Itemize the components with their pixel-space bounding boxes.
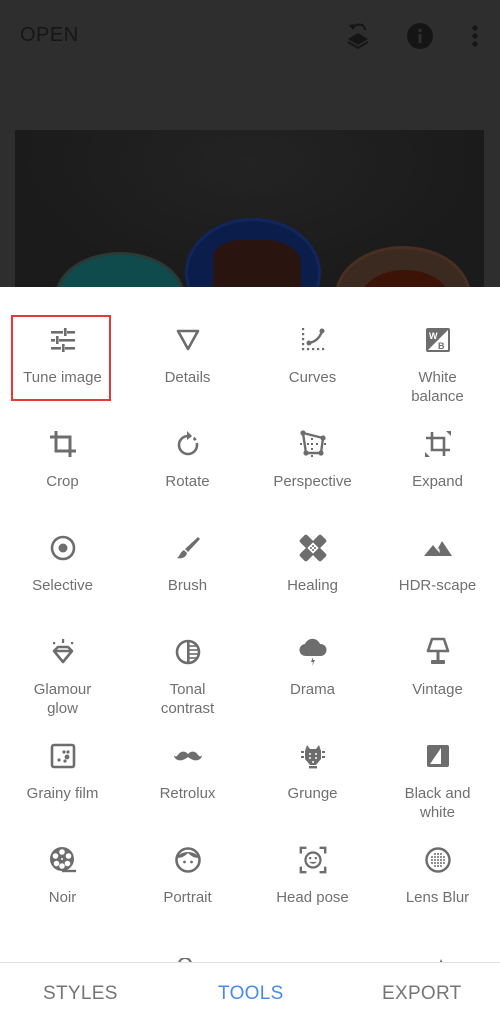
tool-label: Brush xyxy=(167,577,208,594)
tool-label: Details xyxy=(164,369,211,386)
lens-blur-icon xyxy=(423,845,453,875)
white-balance-icon: WB xyxy=(423,325,453,355)
tune-sliders-icon xyxy=(48,325,78,355)
tool-expand[interactable]: Expand xyxy=(375,421,500,525)
tool-tune-image[interactable]: Tune image xyxy=(0,315,125,421)
perspective-icon xyxy=(298,429,328,459)
tools-grid: Tune image Details Curves W B White balance… xyxy=(0,315,500,941)
tool-label: Expand xyxy=(412,473,463,490)
tool-crop[interactable]: Crop xyxy=(0,421,125,525)
tool-head-pose[interactable]: Head pose xyxy=(250,837,375,941)
tab-tools[interactable]: TOOLS xyxy=(218,983,284,1005)
tool-label: Head pose xyxy=(276,889,349,906)
tool-selective[interactable]: Selective xyxy=(0,525,125,629)
selective-icon xyxy=(48,533,78,563)
tool-noir[interactable]: Noir xyxy=(0,837,125,941)
tool-label: Grainy film xyxy=(26,785,99,802)
tool-label: Noir xyxy=(48,889,77,906)
tool-grainy-film[interactable]: Grainy film xyxy=(0,733,125,837)
top-app-bar: OPEN xyxy=(0,0,500,72)
face-frame-icon xyxy=(298,845,328,875)
open-button[interactable]: OPEN xyxy=(20,24,79,47)
tool-label: Drama xyxy=(289,681,335,698)
tool-brush[interactable]: Brush xyxy=(125,525,250,629)
tool-label: Glamour glow xyxy=(33,681,92,717)
tool-retrolux[interactable]: Retrolux xyxy=(125,733,250,837)
tool-label: Black and white xyxy=(404,785,471,821)
tool-label: Selective xyxy=(32,577,93,594)
tool-label: Lens Blur xyxy=(405,889,470,906)
expand-icon xyxy=(423,429,453,459)
svg-text:B: B xyxy=(438,341,445,351)
face-icon xyxy=(173,845,203,875)
tab-export[interactable]: EXPORT xyxy=(382,983,462,1005)
tool-curves[interactable]: Curves xyxy=(250,317,375,421)
tool-label: Rotate xyxy=(165,473,210,490)
tool-perspective[interactable]: Perspective xyxy=(250,421,375,525)
svg-text:W: W xyxy=(429,331,438,341)
tool-white-balance[interactable]: W B White balance xyxy=(375,317,500,421)
tool-label: Healing xyxy=(287,577,338,594)
food xyxy=(213,240,301,287)
info-icon[interactable] xyxy=(406,20,434,52)
tool-grunge[interactable]: Grunge xyxy=(250,733,375,837)
tool-black-and-white[interactable]: Black and white xyxy=(375,733,500,837)
tool-label: Tonal contrast xyxy=(160,681,215,717)
tonal-contrast-icon xyxy=(173,637,203,667)
tool-lens-blur[interactable]: Lens Blur xyxy=(375,837,500,941)
mountain-icon xyxy=(423,533,453,563)
bandage-icon xyxy=(298,533,328,563)
tool-label: Tune image xyxy=(23,369,102,386)
tool-healing[interactable]: Healing xyxy=(250,525,375,629)
triangle-down-icon xyxy=(173,325,203,355)
tool-vintage[interactable]: Vintage xyxy=(375,629,500,733)
tab-styles[interactable]: STYLES xyxy=(43,983,118,1005)
tool-label: Perspective xyxy=(273,473,352,490)
tool-label: White balance xyxy=(411,369,464,405)
guitar-head-icon xyxy=(298,741,328,771)
storm-cloud-icon xyxy=(298,637,328,667)
tool-label: HDR-scape xyxy=(398,577,477,594)
tool-drama[interactable]: Drama xyxy=(250,629,375,733)
photo-preview xyxy=(15,130,484,287)
tool-label: Crop xyxy=(46,473,79,490)
film-reel-icon xyxy=(48,845,78,875)
diamond-icon xyxy=(48,637,78,667)
tool-label: Curves xyxy=(288,369,337,386)
black-white-icon xyxy=(423,741,453,771)
crop-icon xyxy=(48,429,78,459)
tool-details[interactable]: Details xyxy=(125,317,250,421)
more-vert-icon[interactable] xyxy=(461,20,489,52)
tools-sheet: Tune image Details Curves W B White balance… xyxy=(0,287,500,962)
mustache-icon xyxy=(173,741,203,771)
tool-rotate[interactable]: Rotate xyxy=(125,421,250,525)
tool-label: Vintage xyxy=(412,681,463,698)
lamp-icon xyxy=(423,637,453,667)
rotate-icon xyxy=(173,429,203,459)
tool-label: Retrolux xyxy=(159,785,216,802)
brush-icon xyxy=(173,533,203,563)
bottom-navigation: STYLES TOOLS EXPORT xyxy=(0,962,500,1024)
tool-glamour-glow[interactable]: Glamour glow xyxy=(0,629,125,733)
tool-label: Grunge xyxy=(287,785,338,802)
dimmed-editor-area: OPEN xyxy=(0,0,500,287)
curves-icon xyxy=(298,325,328,355)
tool-hdr-scape[interactable]: HDR-scape xyxy=(375,525,500,629)
grain-icon xyxy=(48,741,78,771)
undo-layers-icon[interactable] xyxy=(344,20,372,52)
tool-label: Portrait xyxy=(163,889,212,906)
tool-portrait[interactable]: Portrait xyxy=(125,837,250,941)
tool-tonal-contrast[interactable]: Tonal contrast xyxy=(125,629,250,733)
